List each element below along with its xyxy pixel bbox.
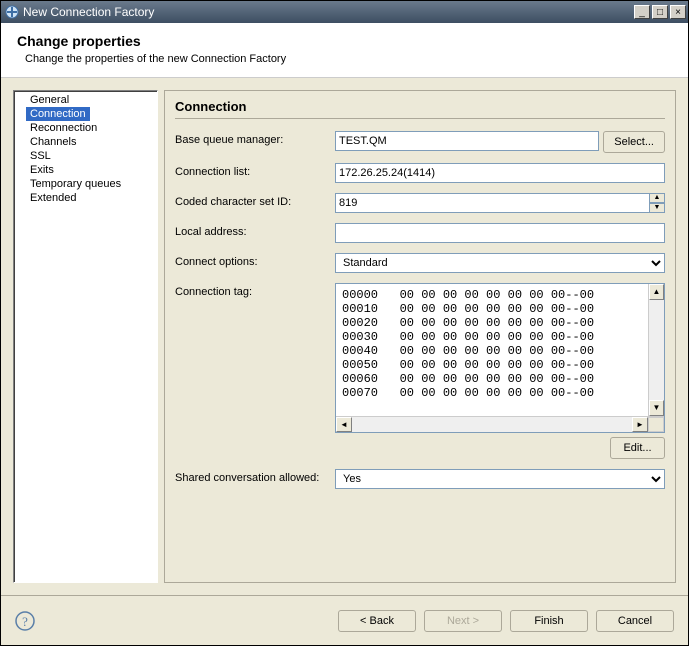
title-bar: New Connection Factory _ □ × <box>1 1 688 23</box>
connection-tag-hex-content[interactable]: 00000 00 00 00 00 00 00 00 00--00 00010 … <box>336 284 648 416</box>
hex-horizontal-scrollbar[interactable]: ◄ ► <box>336 416 664 432</box>
page-title: Change properties <box>17 33 672 49</box>
local-address-label: Local address: <box>175 223 335 238</box>
scroll-down-icon[interactable]: ▼ <box>649 400 664 416</box>
connect-options-label: Connect options: <box>175 253 335 268</box>
ccsid-input[interactable] <box>335 193 649 213</box>
shared-conversation-label: Shared conversation allowed: <box>175 469 335 484</box>
finish-button[interactable]: Finish <box>510 610 588 632</box>
back-button[interactable]: < Back <box>338 610 416 632</box>
page-header: Change properties Change the properties … <box>1 23 688 78</box>
nav-item-exits[interactable]: Exits <box>14 163 157 177</box>
connection-tag-hex-view: 00000 00 00 00 00 00 00 00 00--00 00010 … <box>335 283 665 433</box>
hex-vertical-scrollbar[interactable]: ▲ ▼ <box>648 284 664 416</box>
scroll-right-icon[interactable]: ► <box>632 417 648 432</box>
nav-item-connection[interactable]: Connection <box>26 107 90 121</box>
local-address-input[interactable] <box>335 223 665 243</box>
nav-panel: General Connection Reconnection Channels… <box>13 90 158 583</box>
nav-item-reconnection[interactable]: Reconnection <box>14 121 157 135</box>
maximize-button[interactable]: □ <box>652 5 668 19</box>
nav-item-channels[interactable]: Channels <box>14 135 157 149</box>
next-button: Next > <box>424 610 502 632</box>
dialog-body: General Connection Reconnection Channels… <box>1 78 688 595</box>
base-queue-manager-input[interactable] <box>335 131 599 151</box>
ccsid-down-button[interactable]: ▼ <box>649 203 665 213</box>
minimize-button[interactable]: _ <box>634 5 650 19</box>
shared-conversation-select[interactable]: Yes <box>335 469 665 489</box>
nav-item-general[interactable]: General <box>14 93 157 107</box>
nav-item-temporary-queues[interactable]: Temporary queues <box>14 177 157 191</box>
window-title: New Connection Factory <box>23 5 154 19</box>
app-icon <box>5 5 19 19</box>
nav-item-ssl[interactable]: SSL <box>14 149 157 163</box>
content-panel: Connection Base queue manager: Select...… <box>164 90 676 583</box>
scroll-corner <box>648 417 664 432</box>
scroll-up-icon[interactable]: ▲ <box>649 284 664 300</box>
connection-tag-label: Connection tag: <box>175 283 335 298</box>
scroll-left-icon[interactable]: ◄ <box>336 417 352 432</box>
ccsid-up-button[interactable]: ▲ <box>649 193 665 203</box>
select-queue-manager-button[interactable]: Select... <box>603 131 665 153</box>
connection-list-label: Connection list: <box>175 163 335 178</box>
nav-item-extended[interactable]: Extended <box>14 191 157 205</box>
cancel-button[interactable]: Cancel <box>596 610 674 632</box>
edit-connection-tag-button[interactable]: Edit... <box>610 437 665 459</box>
close-button[interactable]: × <box>670 5 686 19</box>
dialog-footer: ? < Back Next > Finish Cancel <box>1 595 688 645</box>
svg-text:?: ? <box>22 614 28 629</box>
ccsid-label: Coded character set ID: <box>175 193 335 208</box>
help-icon[interactable]: ? <box>15 611 35 631</box>
connect-options-select[interactable]: Standard <box>335 253 665 273</box>
page-subtitle: Change the properties of the new Connect… <box>25 53 672 65</box>
base-queue-manager-label: Base queue manager: <box>175 131 335 146</box>
section-title: Connection <box>175 99 665 119</box>
connection-list-input[interactable] <box>335 163 665 183</box>
